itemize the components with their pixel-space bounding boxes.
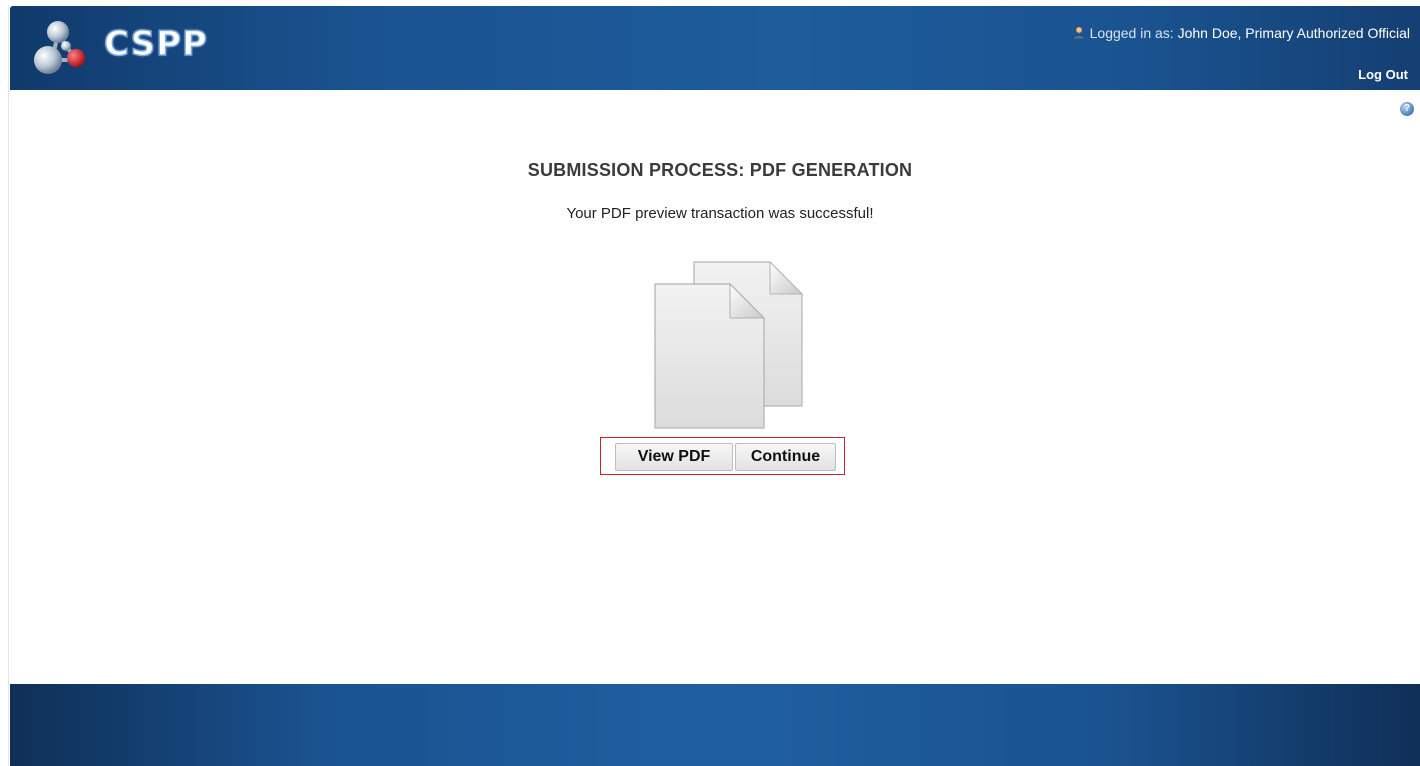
view-pdf-button[interactable]: View PDF — [615, 443, 733, 471]
continue-button[interactable]: Continue — [735, 443, 836, 471]
logged-in-info: Logged in as: John Doe, Primary Authoriz… — [1072, 25, 1410, 41]
logout-button[interactable]: Log Out — [1358, 67, 1408, 82]
logo-text: CSPP — [103, 23, 208, 65]
help-icon[interactable]: ? — [1400, 102, 1414, 116]
action-button-group: View PDF Continue — [600, 437, 845, 475]
cspp-logo-icon — [34, 21, 85, 74]
page-title: SUBMISSION PROCESS: PDF GENERATION — [527, 160, 913, 180]
cspp-logo[interactable]: CSPP — [32, 16, 232, 80]
user-name: John Doe, Primary Authorized Official — [1177, 25, 1410, 41]
user-icon — [1072, 26, 1085, 39]
app-header: CSPP Logged in as: John Doe, Primary Aut… — [10, 6, 1420, 90]
documents-icon — [654, 260, 804, 429]
app-footer — [10, 684, 1420, 766]
logged-in-label: Logged in as: — [1089, 25, 1174, 41]
success-message: Your PDF preview transaction was success… — [566, 205, 874, 222]
